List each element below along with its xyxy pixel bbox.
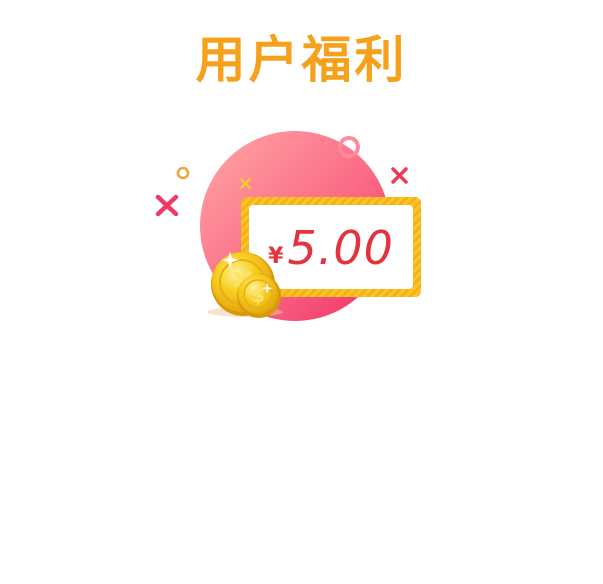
currency-symbol: ¥ [268,243,284,269]
reward-illustration: ¥ $ [155,131,421,321]
reward-amount: ¥ 5.00 [250,206,412,290]
amount-value: 5.00 [287,221,394,275]
cross-decoration-right [391,167,408,184]
cross-decoration-left [155,194,179,217]
small-ring-decoration [176,166,190,180]
